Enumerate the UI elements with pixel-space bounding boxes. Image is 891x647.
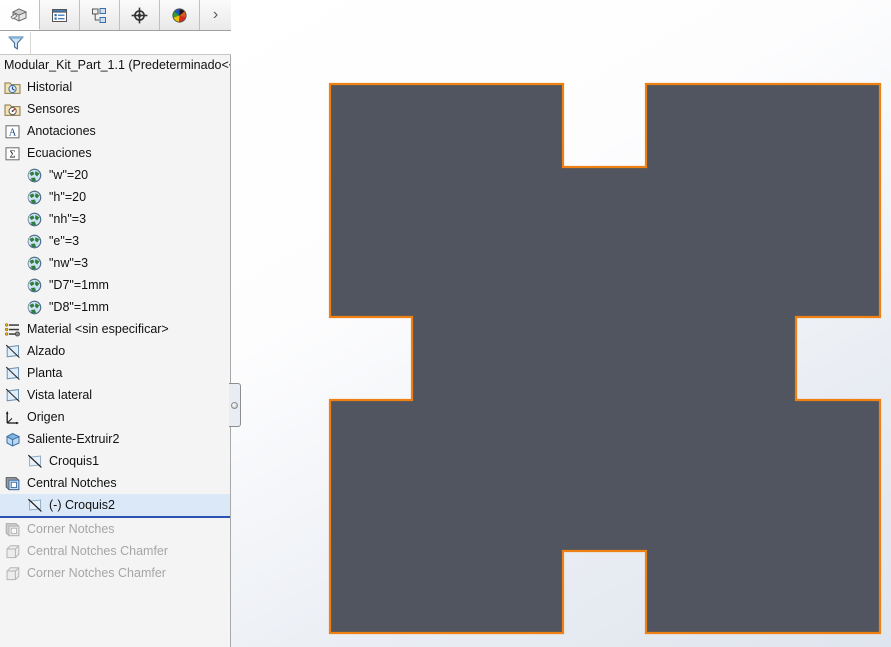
- tab-overflow-label: ›: [212, 6, 219, 23]
- tab-overflow-button[interactable]: ›: [200, 0, 231, 30]
- tree-node-label: Corner Notches Chamfer: [27, 566, 166, 580]
- tree-node-label: "h"=20: [49, 190, 87, 204]
- sketch-icon: [26, 453, 43, 470]
- tree-node[interactable]: Croquis1: [0, 450, 230, 472]
- property-list-icon: [50, 6, 69, 25]
- crosshair-target-icon: [130, 6, 149, 25]
- tree-node-label: Material <sin especificar>: [27, 322, 169, 336]
- tree-node-label: "nw"=3: [49, 256, 89, 270]
- equation-globe-icon: [26, 277, 43, 294]
- tree-node-label: Historial: [27, 80, 73, 94]
- plane-icon: [4, 365, 21, 382]
- chamfer-icon: [4, 565, 21, 582]
- document-title[interactable]: Modular_Kit_Part_1.1 (Predeterminado<<P: [0, 55, 230, 76]
- tree-node[interactable]: Historial: [0, 76, 230, 98]
- solid-part-icon: [10, 5, 29, 24]
- plane-icon: [4, 387, 21, 404]
- equation-globe-icon: [26, 189, 43, 206]
- tree-node[interactable]: Planta: [0, 362, 230, 384]
- tree-node[interactable]: "nw"=3: [0, 252, 230, 274]
- tree-node[interactable]: Central Notches Chamfer: [0, 540, 230, 562]
- tree-node-label: Vista lateral: [27, 388, 93, 402]
- tree-node-label: Ecuaciones: [27, 146, 92, 160]
- graphics-viewport[interactable]: [231, 0, 891, 647]
- annotations-icon: A: [4, 123, 21, 140]
- tree-node-label: (-) Croquis2: [49, 498, 115, 512]
- chamfer-icon: [4, 543, 21, 560]
- tree-node-label: Planta: [27, 366, 63, 380]
- equation-globe-icon: [26, 211, 43, 228]
- svg-text:A: A: [9, 127, 17, 138]
- history-folder-icon: [4, 79, 21, 96]
- extrude-cut-icon: [4, 475, 21, 492]
- plane-icon: [4, 343, 21, 360]
- feature-manager-tab[interactable]: [0, 0, 40, 30]
- configuration-manager-tab[interactable]: [80, 0, 120, 30]
- tree-node-label: "nh"=3: [49, 212, 87, 226]
- tree-node[interactable]: (-) Croquis2: [0, 494, 230, 516]
- tree-node-label: Anotaciones: [27, 124, 96, 138]
- svg-text:Σ: Σ: [9, 149, 15, 160]
- tree-node[interactable]: Corner Notches Chamfer: [0, 562, 230, 584]
- filter-funnel-icon[interactable]: [2, 31, 31, 54]
- splitter-grip-dot: [231, 401, 238, 409]
- tree-node[interactable]: "nh"=3: [0, 208, 230, 230]
- equation-globe-icon: [26, 299, 43, 316]
- equation-globe-icon: [26, 233, 43, 250]
- tree-node-label: Saliente-Extruir2: [27, 432, 120, 446]
- tree-node[interactable]: "w"=20: [0, 164, 230, 186]
- equation-globe-icon: [26, 255, 43, 272]
- feature-tree[interactable]: Modular_Kit_Part_1.1 (Predeterminado<<P …: [0, 55, 230, 647]
- tree-node-label: Alzado: [27, 344, 66, 358]
- solidworks-window: › Modular_Kit_Part_1.1 (Predeterminado<<…: [0, 0, 891, 647]
- sensors-folder-icon: [4, 101, 21, 118]
- extrude-boss-icon: [4, 431, 21, 448]
- property-manager-tab[interactable]: [40, 0, 80, 30]
- tree-node[interactable]: Vista lateral: [0, 384, 230, 406]
- manager-tab-strip: ›: [0, 0, 231, 31]
- configuration-icon: [90, 6, 109, 25]
- tree-node[interactable]: Origen: [0, 406, 230, 428]
- panel-splitter-handle[interactable]: [229, 383, 241, 427]
- equations-sigma-icon: Σ: [4, 145, 21, 162]
- tree-node-label: Sensores: [27, 102, 80, 116]
- tree-node[interactable]: Alzado: [0, 340, 230, 362]
- tree-node[interactable]: Σ Ecuaciones: [0, 142, 230, 164]
- tree-node[interactable]: "e"=3: [0, 230, 230, 252]
- tree-node[interactable]: "D8"=1mm: [0, 296, 230, 318]
- tree-node[interactable]: Sensores: [0, 98, 230, 120]
- tree-node-label: "w"=20: [49, 168, 89, 182]
- tree-node-label: "D8"=1mm: [49, 300, 109, 314]
- material-icon: [4, 321, 21, 338]
- tree-node[interactable]: Saliente-Extruir2: [0, 428, 230, 450]
- tree-node[interactable]: Material <sin especificar>: [0, 318, 230, 340]
- feature-manager-panel: › Modular_Kit_Part_1.1 (Predeterminado<<…: [0, 0, 241, 647]
- extrude-cut-icon: [4, 521, 21, 538]
- tree-node[interactable]: A Anotaciones: [0, 120, 230, 142]
- tree-node-label: "e"=3: [49, 234, 80, 248]
- display-manager-tab[interactable]: [160, 0, 200, 30]
- tree-node[interactable]: "D7"=1mm: [0, 274, 230, 296]
- tree-node-label: Croquis1: [49, 454, 100, 468]
- feature-filter-row[interactable]: [0, 31, 231, 55]
- sketch-icon: [26, 497, 43, 514]
- color-sphere-icon: [170, 6, 189, 25]
- part-model-svg[interactable]: [231, 0, 891, 647]
- tree-node[interactable]: Corner Notches: [0, 518, 230, 540]
- tree-node-label: "D7"=1mm: [49, 278, 109, 292]
- tree-node-label: Central Notches Chamfer: [27, 544, 169, 558]
- tree-node-label: Central Notches: [27, 476, 117, 490]
- dimxpert-manager-tab[interactable]: [120, 0, 160, 30]
- tree-node[interactable]: Central Notches: [0, 472, 230, 494]
- part-outline-path[interactable]: [328, 82, 882, 635]
- tree-node-label: Origen: [27, 410, 65, 424]
- tree-node-label: Corner Notches: [27, 522, 115, 536]
- tree-node[interactable]: "h"=20: [0, 186, 230, 208]
- origin-axes-icon: [4, 409, 21, 426]
- equation-globe-icon: [26, 167, 43, 184]
- feature-tree-nodes: Historial Sensores A Anotaciones Σ Ecuaciones…: [0, 76, 230, 584]
